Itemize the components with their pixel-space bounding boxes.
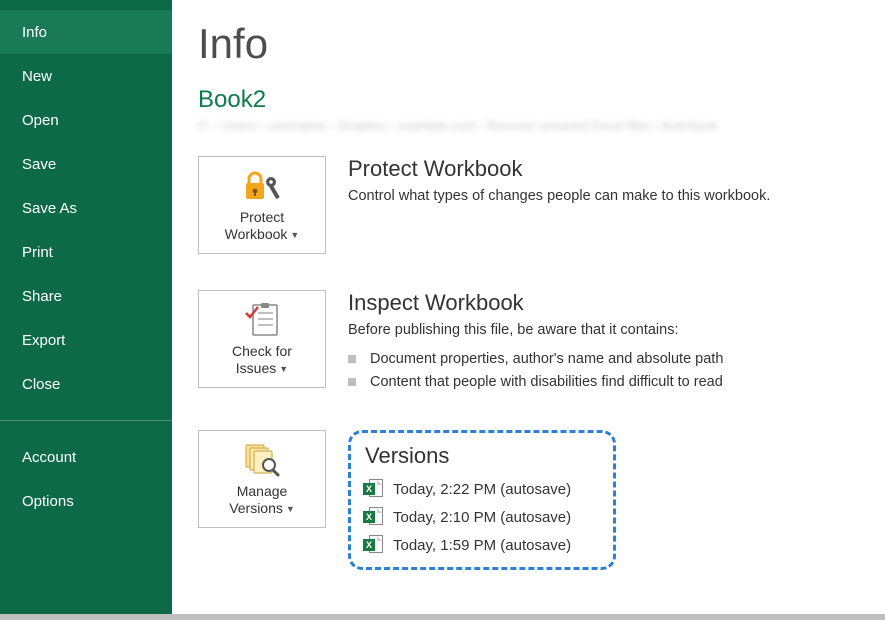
sidebar-item-account[interactable]: Account xyxy=(0,435,172,479)
app-window: Info New Open Save Save As Print Share E… xyxy=(0,0,885,620)
main-content: Info Book2 C: › Users › username › Dropb… xyxy=(172,0,885,614)
checklist-icon xyxy=(243,301,281,339)
versions-button-label-1: Manage xyxy=(237,483,288,499)
inspect-bullet-item: Document properties, author's name and a… xyxy=(348,348,859,371)
sidebar-item-print[interactable]: Print xyxy=(0,230,172,274)
sidebar-item-label: Account xyxy=(22,449,76,466)
version-label: Today, 1:59 PM (autosave) xyxy=(393,537,571,554)
excel-file-icon: X xyxy=(363,535,383,555)
inspect-desc: Before publishing this file, be aware th… xyxy=(348,320,859,342)
protect-workbook-button[interactable]: Protect Workbook▼ xyxy=(198,156,326,254)
sidebar-separator xyxy=(0,420,172,421)
sidebar-item-label: New xyxy=(22,68,52,85)
excel-file-icon: X xyxy=(363,479,383,499)
version-entry[interactable]: X Today, 1:59 PM (autosave) xyxy=(363,535,601,555)
check-for-issues-button[interactable]: Check for Issues▼ xyxy=(198,290,326,388)
inspect-button-label-1: Check for xyxy=(232,343,292,359)
dropdown-arrow-icon: ▼ xyxy=(286,504,295,514)
inspect-bullets: Document properties, author's name and a… xyxy=(348,348,859,394)
protect-desc: Control what types of changes people can… xyxy=(348,186,859,208)
version-entry[interactable]: X Today, 2:22 PM (autosave) xyxy=(363,479,601,499)
page-title: Info xyxy=(198,20,859,68)
sidebar-item-label: Print xyxy=(22,244,53,261)
sidebar-item-label: Save As xyxy=(22,200,77,217)
sidebar-item-export[interactable]: Export xyxy=(0,318,172,362)
document-path: C: › Users › username › Dropbox › exampl… xyxy=(198,118,844,138)
inspect-heading: Inspect Workbook xyxy=(348,290,859,316)
manage-versions-button[interactable]: Manage Versions▼ xyxy=(198,430,326,528)
sidebar-item-info[interactable]: Info xyxy=(0,10,172,54)
sidebar-item-save-as[interactable]: Save As xyxy=(0,186,172,230)
sidebar-item-label: Export xyxy=(22,332,65,349)
bullet-icon xyxy=(348,355,356,363)
bullet-icon xyxy=(348,378,356,386)
lock-key-icon xyxy=(242,167,282,205)
sidebar-item-label: Info xyxy=(22,24,47,41)
dropdown-arrow-icon: ▼ xyxy=(279,364,288,374)
sidebar-item-label: Share xyxy=(22,288,62,305)
document-name: Book2 xyxy=(198,86,859,114)
sidebar-item-label: Open xyxy=(22,112,59,129)
inspect-button-label-2: Issues xyxy=(236,360,276,376)
section-versions: Manage Versions▼ Versions X Today, 2:22 … xyxy=(198,430,859,570)
section-protect: Protect Workbook▼ Protect Workbook Contr… xyxy=(198,156,859,254)
inspect-bullet-text: Document properties, author's name and a… xyxy=(370,348,723,371)
versions-heading: Versions xyxy=(365,443,601,469)
sidebar-item-new[interactable]: New xyxy=(0,54,172,98)
versions-button-label-2: Versions xyxy=(229,500,283,516)
excel-file-icon: X xyxy=(363,507,383,527)
protect-button-label-2: Workbook xyxy=(225,226,288,242)
version-entry[interactable]: X Today, 2:10 PM (autosave) xyxy=(363,507,601,527)
sidebar-item-open[interactable]: Open xyxy=(0,98,172,142)
dropdown-arrow-icon: ▼ xyxy=(290,230,299,240)
sidebar-item-close[interactable]: Close xyxy=(0,362,172,406)
inspect-bullet-text: Content that people with disabilities fi… xyxy=(370,371,723,394)
version-label: Today, 2:10 PM (autosave) xyxy=(393,509,571,526)
documents-magnifier-icon xyxy=(242,441,282,479)
sidebar-item-options[interactable]: Options xyxy=(0,479,172,523)
sidebar-item-label: Close xyxy=(22,376,60,393)
sidebar-item-share[interactable]: Share xyxy=(0,274,172,318)
versions-highlight-box: Versions X Today, 2:22 PM (autosave) X T… xyxy=(348,430,616,570)
protect-heading: Protect Workbook xyxy=(348,156,859,182)
sidebar-item-label: Save xyxy=(22,156,56,173)
protect-button-label-1: Protect xyxy=(240,209,284,225)
sidebar-item-label: Options xyxy=(22,493,74,510)
inspect-bullet-item: Content that people with disabilities fi… xyxy=(348,371,859,394)
backstage-sidebar: Info New Open Save Save As Print Share E… xyxy=(0,0,172,614)
version-label: Today, 2:22 PM (autosave) xyxy=(393,481,571,498)
sidebar-item-save[interactable]: Save xyxy=(0,142,172,186)
section-inspect: Check for Issues▼ Inspect Workbook Befor… xyxy=(198,290,859,394)
